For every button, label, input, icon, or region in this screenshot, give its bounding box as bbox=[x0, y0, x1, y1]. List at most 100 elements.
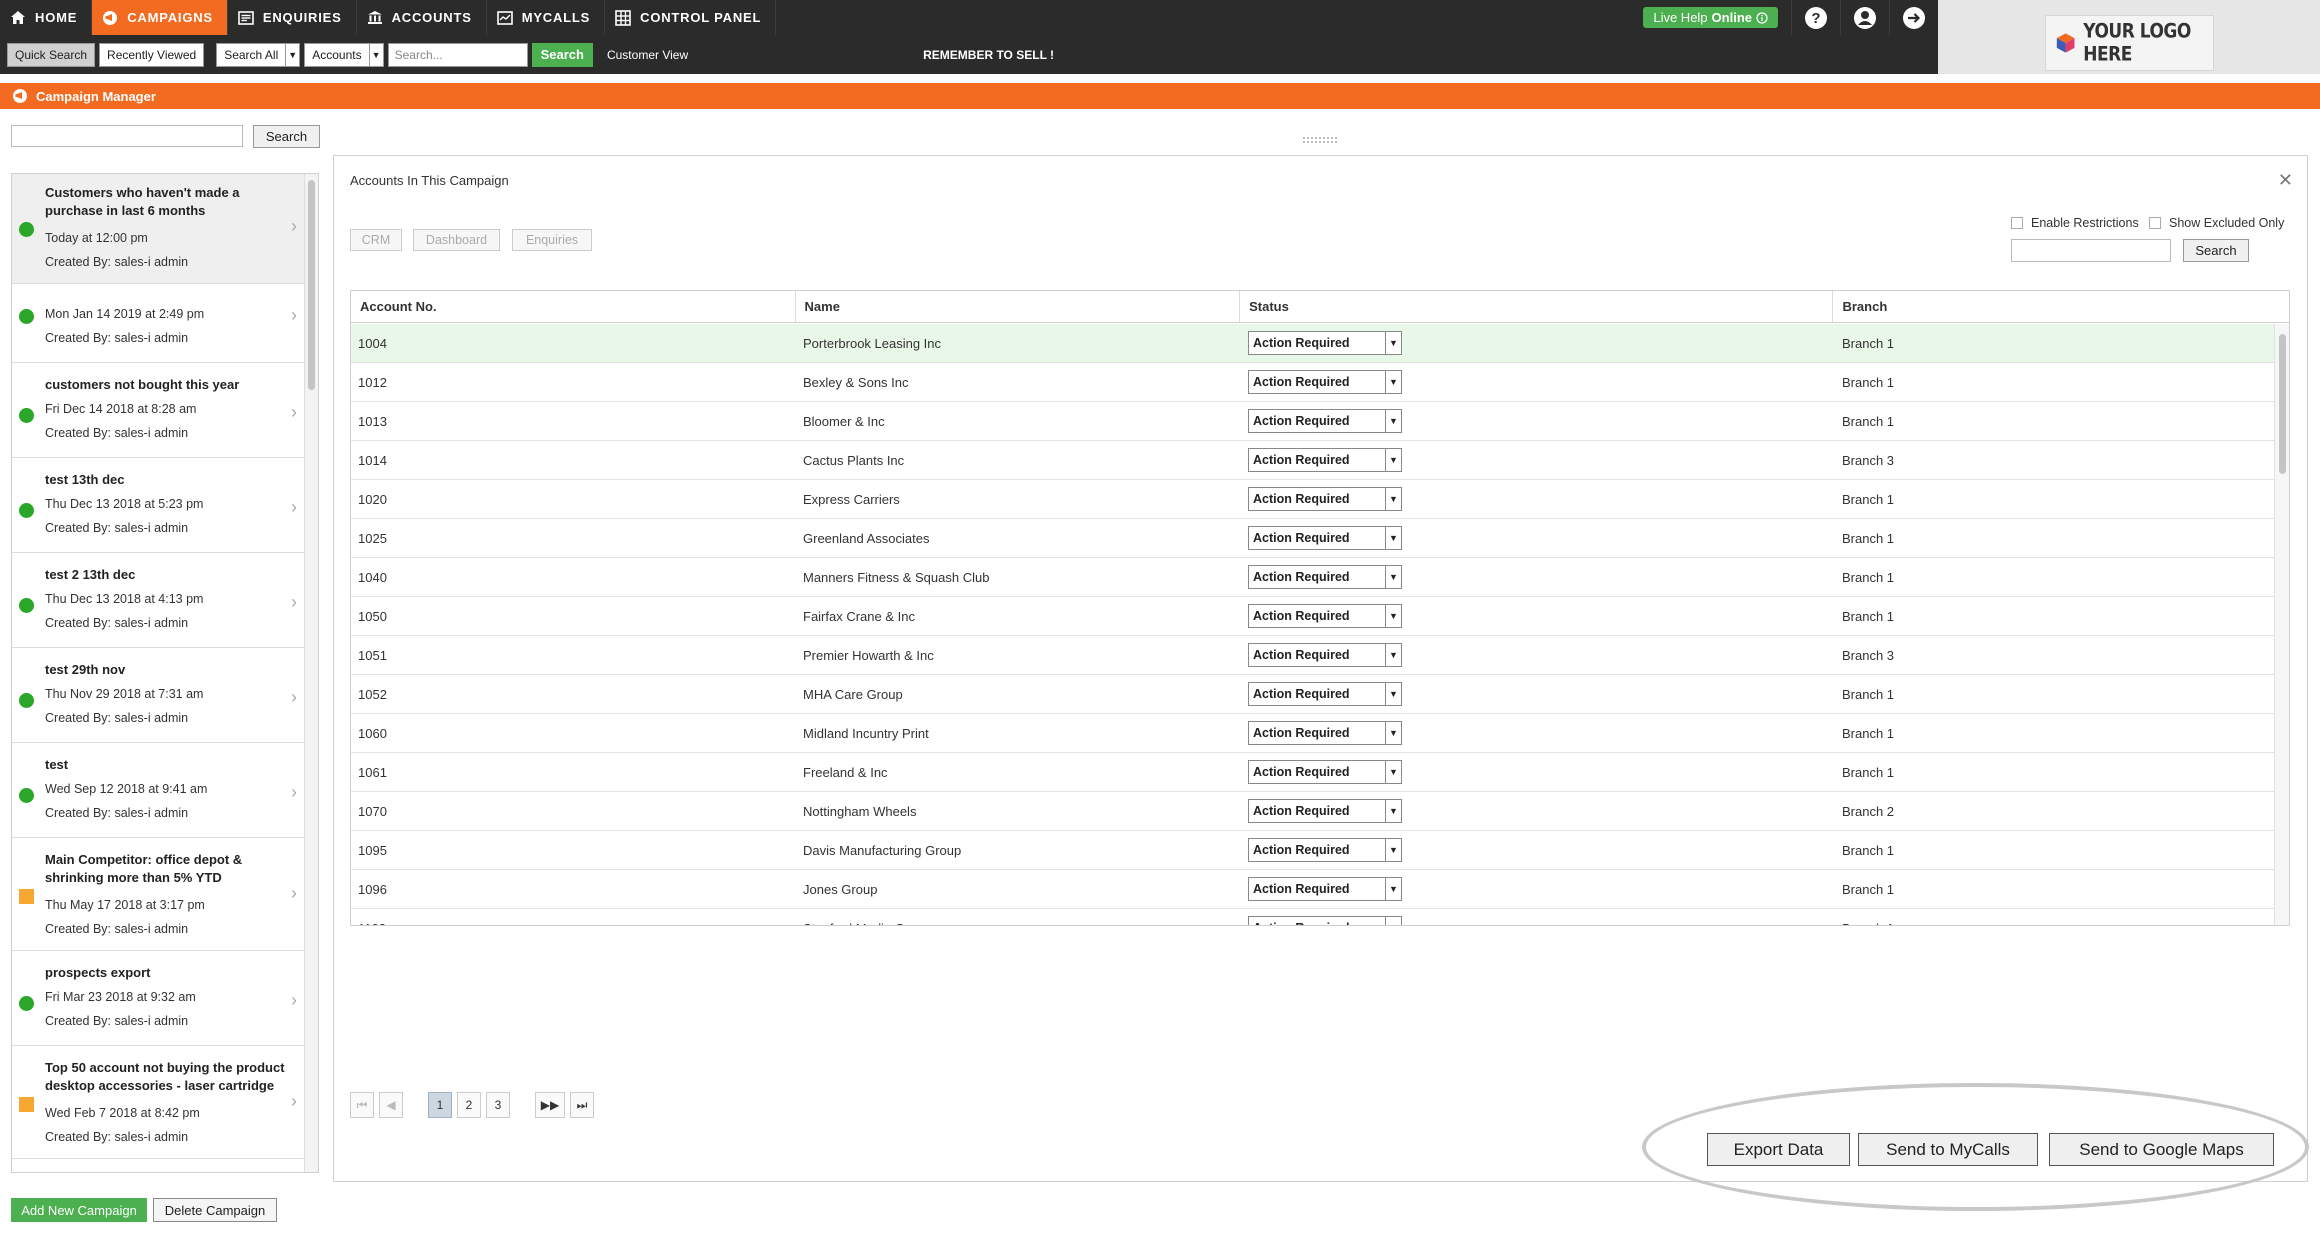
search-scope-select[interactable]: Search All ▼ bbox=[216, 42, 301, 67]
status-select[interactable]: Action Required▼ bbox=[1248, 799, 1402, 823]
customer-view-link[interactable]: Customer View bbox=[607, 48, 688, 62]
table-row[interactable]: 1102Stanford Media Group Action Required▼… bbox=[351, 909, 2275, 925]
next-page-icon[interactable]: ▶▶ bbox=[535, 1092, 565, 1118]
table-row[interactable]: 1061 Freeland & Inc Action Required ▼ Branch… bbox=[351, 753, 2275, 792]
status-select[interactable]: Action Required▼ bbox=[1248, 370, 1402, 394]
table-row[interactable]: 1004 Porterbrook Leasing Inc Action Requir… bbox=[351, 324, 2275, 363]
status-select[interactable]: Action Required▼ bbox=[1248, 526, 1402, 550]
status-select[interactable]: Action Required▼ bbox=[1248, 721, 1402, 745]
table-row[interactable]: 1014 Cactus Plants Inc Action Required ▼ Bra… bbox=[351, 441, 2275, 480]
page-1-button[interactable]: 1 bbox=[428, 1092, 452, 1118]
chevron-right-icon: › bbox=[291, 216, 297, 236]
account-no-cell: 1052 bbox=[358, 686, 387, 702]
column-header-branch[interactable]: Branch bbox=[1833, 291, 2289, 322]
table-row[interactable]: 1070 Nottingham Wheels Action Required ▼ Bra… bbox=[351, 792, 2275, 831]
table-scrollbar[interactable] bbox=[2274, 324, 2289, 925]
profile-button[interactable] bbox=[1840, 0, 1889, 35]
send-to-mycalls-button[interactable]: Send to MyCalls bbox=[1858, 1133, 2038, 1166]
nav-enquiries[interactable]: ENQUIRIES bbox=[228, 0, 357, 35]
chevron-down-icon: ▼ bbox=[1385, 488, 1401, 510]
tab-enquiries[interactable]: Enquiries bbox=[512, 229, 592, 251]
campaign-item[interactable]: test Wed Sep 12 2018 at 9:41 am Created … bbox=[12, 744, 305, 838]
accounts-search-input[interactable] bbox=[2011, 239, 2171, 262]
table-row[interactable]: 1052 MHA Care Group Action Required ▼ Branch… bbox=[351, 675, 2275, 714]
status-select[interactable]: Action Required▼ bbox=[1248, 916, 1402, 925]
live-help-button[interactable]: Live Help Online bbox=[1643, 7, 1778, 28]
table-row[interactable]: 1096 Jones Group Action Required ▼ Branch 1 bbox=[351, 870, 2275, 909]
enable-restrictions-checkbox[interactable]: Enable Restrictions bbox=[2011, 216, 2139, 230]
status-select[interactable]: Action Required▼ bbox=[1248, 877, 1402, 901]
global-search-button[interactable]: Search bbox=[531, 42, 593, 67]
account-name-cell: Freeland & Inc bbox=[803, 764, 888, 780]
campaign-item[interactable]: customers not bought this year Fri Dec 1… bbox=[12, 364, 305, 458]
campaign-list-scrollbar[interactable] bbox=[304, 174, 318, 1172]
status-select[interactable]: Action Required▼ bbox=[1248, 331, 1402, 355]
delete-campaign-button[interactable]: Delete Campaign bbox=[153, 1198, 277, 1222]
campaign-item[interactable]: test 2 13th dec Thu Dec 13 2018 at 4:13 … bbox=[12, 554, 305, 648]
nav-accounts[interactable]: ACCOUNTS bbox=[357, 0, 487, 35]
status-select[interactable]: Action Required▼ bbox=[1248, 409, 1402, 433]
status-select[interactable]: Action Required▼ bbox=[1248, 760, 1402, 784]
status-select[interactable]: Action Required▼ bbox=[1248, 643, 1402, 667]
tab-crm[interactable]: CRM bbox=[350, 229, 402, 251]
add-campaign-button[interactable]: Add New Campaign bbox=[11, 1198, 147, 1222]
column-header-name[interactable]: Name bbox=[796, 291, 1241, 322]
status-select[interactable]: Action Required▼ bbox=[1248, 838, 1402, 862]
column-header-account-no[interactable]: Account No. bbox=[351, 291, 796, 322]
checkbox-box[interactable] bbox=[2149, 217, 2161, 229]
quick-search-button[interactable]: Quick Search bbox=[7, 42, 96, 67]
campaign-item[interactable]: prospects export Fri Mar 23 2018 at 9:32… bbox=[12, 952, 305, 1046]
campaign-item[interactable]: Customers who haven't made a purchase in… bbox=[12, 174, 305, 284]
campaign-search-button[interactable]: Search bbox=[253, 125, 320, 148]
close-icon[interactable]: ✕ bbox=[2278, 170, 2293, 191]
checkbox-box[interactable] bbox=[2011, 217, 2023, 229]
first-page-icon[interactable]: ⏮ bbox=[350, 1092, 374, 1118]
page-3-button[interactable]: 3 bbox=[486, 1092, 510, 1118]
page-2-button[interactable]: 2 bbox=[457, 1092, 481, 1118]
nav-control-panel[interactable]: CONTROL PANEL bbox=[605, 0, 777, 35]
export-data-button[interactable]: Export Data bbox=[1707, 1133, 1850, 1166]
tab-dashboard[interactable]: Dashboard bbox=[413, 229, 500, 251]
branch-cell: Branch 1 bbox=[1842, 569, 1895, 585]
table-row[interactable]: 1051 Premier Howarth & Inc Action Required… bbox=[351, 636, 2275, 675]
status-select[interactable]: Action Required▼ bbox=[1248, 487, 1402, 511]
show-excluded-label: Show Excluded Only bbox=[2169, 216, 2285, 230]
show-excluded-checkbox[interactable]: Show Excluded Only bbox=[2149, 216, 2284, 230]
scrollbar-thumb[interactable] bbox=[308, 180, 315, 390]
panel-title: Accounts In This Campaign bbox=[350, 173, 509, 188]
status-select[interactable]: Action Required▼ bbox=[1248, 682, 1402, 706]
campaign-item[interactable]: Top 50 account not buying the product de… bbox=[12, 1047, 305, 1159]
branch-cell: Branch 1 bbox=[1842, 764, 1895, 780]
table-row[interactable]: 1040 Manners Fitness & Squash Club Action … bbox=[351, 558, 2275, 597]
campaign-item[interactable]: Mon Jan 14 2019 at 2:49 pm Created By: s… bbox=[12, 285, 305, 363]
prev-page-icon[interactable]: ◀ bbox=[379, 1092, 403, 1118]
column-header-status[interactable]: Status bbox=[1240, 291, 1834, 322]
resize-handle[interactable] bbox=[1303, 137, 1337, 143]
campaign-item[interactable]: test 13th dec Thu Dec 13 2018 at 5:23 pm… bbox=[12, 459, 305, 553]
table-row[interactable]: 1013 Bloomer & Inc Action Required ▼ Branch … bbox=[351, 402, 2275, 441]
nav-mycalls[interactable]: MYCALLS bbox=[487, 0, 606, 35]
last-page-icon[interactable]: ⏭ bbox=[570, 1092, 594, 1118]
campaign-item[interactable]: test 29th nov Thu Nov 29 2018 at 7:31 am… bbox=[12, 649, 305, 743]
table-row[interactable]: 1060 Midland Incuntry Print Action Require… bbox=[351, 714, 2275, 753]
table-row[interactable]: 1020 Express Carriers Action Required ▼ Bran… bbox=[351, 480, 2275, 519]
recently-viewed-button[interactable]: Recently Viewed bbox=[99, 42, 205, 67]
scrollbar-thumb[interactable] bbox=[2279, 334, 2286, 474]
global-search-input[interactable]: Search... bbox=[387, 42, 528, 67]
search-type-select[interactable]: Accounts ▼ bbox=[304, 42, 384, 67]
accounts-search-button[interactable]: Search bbox=[2183, 239, 2249, 262]
send-to-google-maps-button[interactable]: Send to Google Maps bbox=[2049, 1133, 2274, 1166]
status-select[interactable]: Action Required▼ bbox=[1248, 565, 1402, 589]
campaign-item[interactable]: Main Competitor: office depot & shrinkin… bbox=[12, 839, 305, 951]
table-row[interactable]: 1012 Bexley & Sons Inc Action Required ▼ Bra… bbox=[351, 363, 2275, 402]
table-row[interactable]: 1095 Davis Manufacturing Group Action Requ… bbox=[351, 831, 2275, 870]
help-button[interactable]: ? bbox=[1791, 0, 1840, 35]
logout-button[interactable] bbox=[1889, 0, 1938, 35]
table-row[interactable]: 1025 Greenland Associates Action Required ▼… bbox=[351, 519, 2275, 558]
status-select[interactable]: Action Required▼ bbox=[1248, 604, 1402, 628]
campaign-search-input[interactable] bbox=[11, 125, 243, 147]
table-row[interactable]: 1050 Fairfax Crane & Inc Action Required ▼ B… bbox=[351, 597, 2275, 636]
nav-home[interactable]: HOME bbox=[0, 0, 93, 35]
status-select[interactable]: Action Required▼ bbox=[1248, 448, 1402, 472]
nav-campaigns[interactable]: CAMPAIGNS bbox=[92, 0, 228, 35]
